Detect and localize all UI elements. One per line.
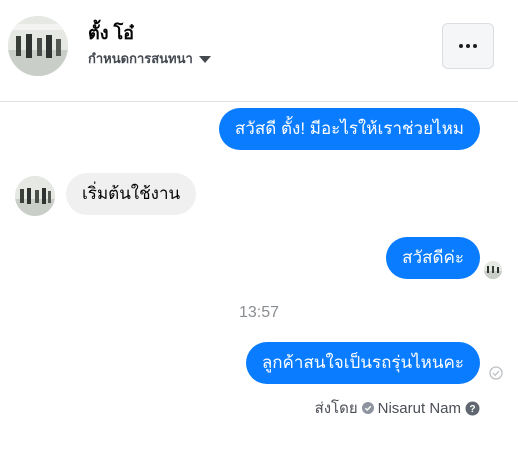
sender-name: Nisarut Nam xyxy=(377,399,461,417)
more-options-button[interactable] xyxy=(442,23,494,69)
seen-avatar xyxy=(484,261,502,279)
message-bubble-outgoing[interactable]: สวัสดี ตั้ง! มีอะไรให้เราช่วยไหม xyxy=(218,108,480,150)
conversation-options-dropdown[interactable]: กำหนดการสนทนา xyxy=(88,48,211,69)
help-icon[interactable]: ? xyxy=(465,401,480,416)
message-bubble-incoming[interactable]: เริ่มต้นใช้งาน xyxy=(66,173,197,215)
contact-name[interactable]: ตั้ง โอ๋ xyxy=(88,18,134,47)
sent-by-info: ส่งโดย Nisarut Nam ? xyxy=(315,396,480,420)
conversation-header: ตั้ง โอ๋ กำหนดการสนทนา xyxy=(0,0,518,102)
more-horizontal-icon xyxy=(459,44,463,48)
verified-check-icon xyxy=(361,402,374,414)
svg-text:?: ? xyxy=(469,404,475,415)
contact-avatar-small xyxy=(15,176,55,216)
sent-by-label: ส่งโดย xyxy=(314,400,358,417)
contact-avatar[interactable] xyxy=(8,16,68,76)
avatar-photo xyxy=(484,261,502,279)
avatar-photo xyxy=(8,16,68,76)
sent-check-icon xyxy=(489,366,503,380)
caret-down-icon xyxy=(198,56,211,63)
message-timestamp: 13:57 xyxy=(238,304,280,321)
avatar-photo xyxy=(15,176,55,216)
conversation-options-label: กำหนดการสนทนา xyxy=(88,51,193,66)
message-bubble-outgoing[interactable]: สวัสดีค่ะ xyxy=(386,237,480,279)
message-bubble-outgoing[interactable]: ลูกค้าสนใจเป็นรถรุ่นไหนคะ xyxy=(245,342,480,384)
